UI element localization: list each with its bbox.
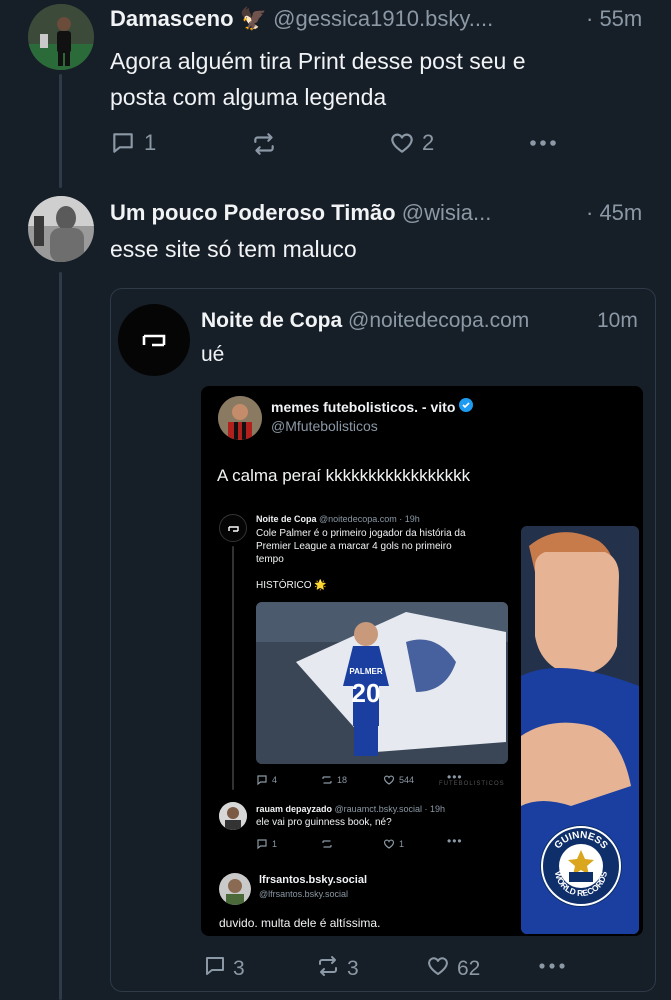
inner-historic: HISTÓRICO 🌟 [256,580,327,591]
watermark: FUTEBOLISTICOS [439,781,505,787]
lfrsantos-avatar [219,873,251,905]
like-count: 2 [422,130,435,155]
inner-thread-line [232,546,234,790]
embedded-screenshot[interactable]: memes futebolisticos. - vito @Mfutebolis… [201,386,643,936]
reply-button[interactable]: 1 [110,130,156,156]
verified-icon [459,398,474,415]
rauam-avatar [219,802,247,830]
heart-icon [388,130,416,156]
reply-icon [203,954,227,983]
quote-time[interactable]: 10m [597,309,638,333]
author-handle[interactable]: @gessica1910.bsky.... [273,6,493,31]
quote-author-name[interactable]: Noite de Copa [201,309,342,332]
quote-reply-count: 3 [233,956,245,980]
jersey-number: 20 [352,678,381,708]
rauam-reply-button: 1 [256,838,277,850]
guinness-badge: GUINNESS WORLD RECORDS [539,824,623,908]
like-button[interactable]: 2 [388,130,434,156]
rauam-like-button: 1 [383,838,404,850]
repost-button[interactable] [250,131,278,157]
more-dots-icon [527,133,559,153]
lfrsantos-name: lfrsantos.bsky.social [259,874,368,886]
eagle-emoji: 🦅 [239,6,268,31]
quote-reply-button[interactable]: 3 [203,954,245,983]
inner-repost-button: 18 [321,774,347,786]
author-name[interactable]: Damasceno [110,6,234,31]
jersey-name: PALMER [349,667,382,676]
inner-handle: @noitedecopa.com · 19h [319,514,420,524]
thread-line [59,272,62,1000]
inner-reply-button: 4 [256,774,277,786]
rauam-more-icon: ••• [447,834,463,848]
noite-de-copa-avatar[interactable] [118,304,190,376]
quote-author-handle[interactable]: @noitedecopa.com [348,309,529,332]
lfrsantos-text: duvido. multa dele é altíssima. [219,916,381,930]
reply-count: 1 [144,130,157,155]
quote-like-count: 62 [457,956,481,980]
quote-text: ué [201,343,225,366]
quote-repost-button[interactable]: 3 [315,954,359,983]
more-dots-icon [537,962,567,979]
rauam-handle: @rauamct.bsky.social · 19h [334,804,446,814]
author-name[interactable]: Um pouco Poderoso Timão [110,200,396,225]
repost-icon [250,131,278,157]
memes-text: A calma peraí kkkkkkkkkkkkkkkkk [217,466,471,485]
reply-icon [110,130,136,156]
lfrsantos-handle: @lfrsantos.bsky.social [259,889,348,899]
rauam-text: ele vai pro guinness book, né? [256,817,392,828]
post-text: Agora alguém tira Print desse post seu e… [110,48,526,110]
quote-more-button[interactable] [537,957,567,980]
more-button[interactable] [527,133,559,153]
post-time[interactable]: · 45m [586,200,642,226]
memes-name: memes futebolisticos. - vito [271,398,456,415]
quote-repost-count: 3 [347,956,359,980]
heart-icon [425,954,451,983]
rauam-name: rauam depayzado [256,804,333,814]
quote-like-button[interactable]: 62 [425,954,480,983]
thread-line [59,74,62,188]
inner-noite-avatar [219,514,247,542]
memes-avatar [218,396,262,440]
inner-text: Cole Palmer é o primeiro jogador da hist… [256,528,466,565]
post-text: esse site só tem maluco [110,236,357,262]
palmer-portrait: GUINNESS WORLD RECORDS [521,526,639,934]
rauam-repost-button [321,838,333,852]
inner-like-button: 544 [383,774,414,786]
inner-name: Noite de Copa [256,514,317,524]
quote-card[interactable]: Noite de Copa @noitedecopa.com 10m ué me… [110,288,656,992]
palmer-photo: PALMER 20 [256,602,508,764]
avatar-damasceno[interactable] [28,4,94,70]
memes-handle: @Mfutebolisticos [271,418,378,434]
author-handle[interactable]: @wisia... [402,200,492,225]
repost-icon [315,954,341,983]
avatar-timao[interactable] [28,196,94,262]
post-time[interactable]: · 55m [586,6,642,32]
